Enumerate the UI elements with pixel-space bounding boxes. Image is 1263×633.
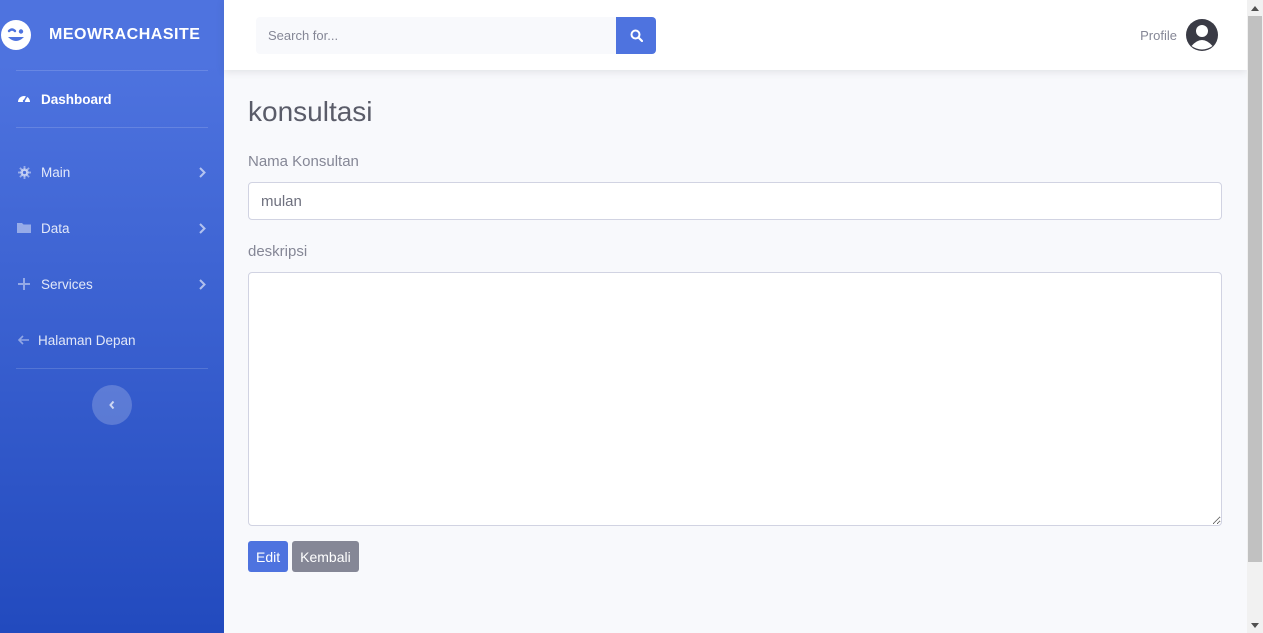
chevron-right-icon [198, 222, 206, 234]
sidebar-item-services[interactable]: Services [0, 256, 224, 312]
topbar: Profile [224, 0, 1247, 70]
main-content: konsultasi Nama Konsultan deskripsi Edit… [224, 70, 1247, 572]
sidebar-item-label: Data [41, 220, 70, 236]
arrow-left-icon [16, 335, 32, 345]
vertical-scrollbar[interactable] [1247, 0, 1263, 633]
nama-konsultan-input[interactable] [248, 182, 1222, 220]
brand-name: MEOWRACHASITE [49, 26, 201, 43]
scrollbar-thumb[interactable] [1248, 16, 1262, 562]
tachometer-icon [16, 92, 32, 106]
cog-icon [16, 165, 32, 179]
sidebar-item-dashboard[interactable]: Dashboard [0, 71, 224, 127]
search-icon [630, 29, 643, 42]
scroll-down-arrow-icon[interactable] [1247, 617, 1263, 633]
sidebar-item-label: Services [41, 276, 93, 292]
laugh-wink-icon [0, 19, 32, 51]
sidebar-divider [16, 368, 208, 369]
sidebar-item-halaman-depan[interactable]: Halaman Depan [0, 312, 224, 368]
edit-button[interactable]: Edit [248, 541, 289, 572]
brand-link[interactable]: MEOWRACHASITE [0, 0, 224, 70]
search-button[interactable] [616, 17, 656, 54]
folder-icon [16, 222, 32, 234]
sidebar-item-main[interactable]: Main [0, 144, 224, 200]
avatar [1185, 18, 1219, 52]
profile-dropdown[interactable]: Profile [1140, 18, 1219, 52]
chevron-right-icon [198, 278, 206, 290]
profile-label: Profile [1140, 27, 1177, 43]
deskripsi-textarea[interactable] [248, 272, 1222, 526]
search-input[interactable] [256, 17, 616, 54]
sidebar: MEOWRACHASITE Dashboard Main Data Servic… [0, 0, 224, 633]
nama-konsultan-label: Nama Konsultan [248, 153, 359, 170]
sidebar-item-data[interactable]: Data [0, 200, 224, 256]
scroll-up-arrow-icon[interactable] [1247, 0, 1263, 16]
form-actions: Edit Kembali [248, 541, 1223, 572]
kembali-button[interactable]: Kembali [292, 541, 359, 572]
sidebar-item-label: Halaman Depan [38, 332, 136, 348]
chevron-left-icon [108, 400, 116, 410]
sidebar-item-label: Dashboard [41, 91, 112, 107]
sidebar-item-label: Main [41, 164, 71, 180]
search-form [256, 17, 656, 54]
deskripsi-label: deskripsi [248, 243, 308, 260]
plus-icon [16, 278, 32, 290]
chevron-right-icon [198, 166, 206, 178]
sidebar-toggle-button[interactable] [92, 385, 132, 425]
page-title: konsultasi [248, 96, 373, 127]
